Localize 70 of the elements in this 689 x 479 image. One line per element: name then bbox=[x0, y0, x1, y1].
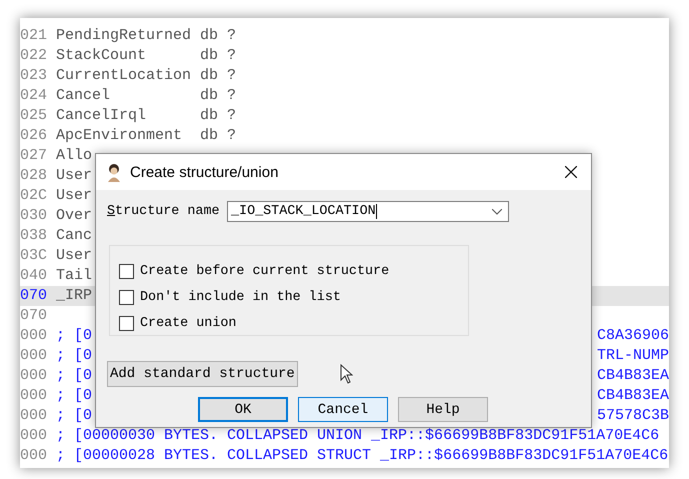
offset-label: 024 bbox=[20, 86, 48, 106]
comment-text: CB4B83EA bbox=[596, 386, 669, 406]
member-name: User bbox=[56, 166, 92, 186]
offset-label: 040 bbox=[20, 266, 48, 286]
checkbox-label: Create union bbox=[140, 316, 236, 330]
offset-label: 000 bbox=[20, 346, 48, 366]
member-name: PendingReturned bbox=[56, 26, 192, 46]
member-name: _IRP bbox=[56, 286, 92, 306]
offset-label: 022 bbox=[20, 46, 48, 66]
member-name: User bbox=[56, 246, 92, 266]
checkbox[interactable] bbox=[119, 264, 134, 278]
offset-label: 03C bbox=[20, 246, 48, 266]
add-standard-structure-button[interactable]: Add standard structure bbox=[107, 361, 298, 387]
member-name: CancelIrql bbox=[56, 106, 148, 126]
offset-label: 000 bbox=[20, 326, 48, 346]
offset-label: 026 bbox=[20, 126, 48, 146]
comment-text: C8A36906 bbox=[596, 326, 669, 346]
type-label: db ? bbox=[200, 106, 236, 126]
member-name: Tail bbox=[56, 266, 92, 286]
type-label: db ? bbox=[200, 66, 236, 86]
checkbox-label: Create before current structure bbox=[140, 264, 390, 278]
offset-label: 070 bbox=[20, 306, 48, 326]
checkbox[interactable] bbox=[119, 316, 134, 330]
offset-label: 000 bbox=[20, 366, 48, 386]
comment-text: 57578C3B bbox=[596, 406, 669, 426]
member-name: CurrentLocation bbox=[56, 66, 192, 86]
mouse-pointer-icon bbox=[340, 364, 353, 384]
caret-icon bbox=[492, 208, 502, 214]
close-icon[interactable] bbox=[565, 166, 577, 178]
comment-text: CB4B83EA bbox=[596, 366, 669, 386]
member-name: Over bbox=[56, 206, 92, 226]
member-name: ApcEnvironment bbox=[56, 126, 184, 146]
member-name: Allo bbox=[56, 146, 92, 166]
offset-label: 027 bbox=[20, 146, 48, 166]
offset-label: 000 bbox=[20, 386, 48, 406]
comment-text: ; [0 bbox=[56, 366, 92, 386]
comment-text: ; [00000028 BYTES. COLLAPSED STRUCT _IRP::$66699B8BF83DC91F51A70E4C6 bbox=[56, 446, 668, 466]
member-name: StackCount bbox=[56, 46, 148, 66]
comment-text: ; [0 bbox=[56, 406, 92, 426]
offset-label: 070 bbox=[20, 286, 48, 306]
field-label: Structure name bbox=[107, 204, 221, 219]
member-name: Cancel bbox=[56, 86, 112, 106]
comment-text: TRL-NUMP bbox=[596, 346, 669, 366]
structure-name-combo[interactable]: _IO_STACK_LOCATION bbox=[227, 201, 509, 222]
dialog-button[interactable]: Cancel bbox=[298, 397, 388, 422]
offset-label: 021 bbox=[20, 26, 48, 46]
offset-label: 023 bbox=[20, 66, 48, 86]
comment-text: ; [0 bbox=[56, 346, 92, 366]
checkbox[interactable] bbox=[119, 290, 134, 304]
offset-label: 028 bbox=[20, 166, 48, 186]
comment-text: ; [0 bbox=[56, 386, 92, 406]
checkbox-label: Don't include in the list bbox=[140, 290, 341, 304]
type-label: db ? bbox=[200, 126, 236, 146]
offset-label: 038 bbox=[20, 226, 48, 246]
member-name: Canc bbox=[56, 226, 92, 246]
type-label: db ? bbox=[200, 46, 236, 66]
offset-label: 02C bbox=[20, 186, 48, 206]
type-label: db ? bbox=[200, 26, 236, 46]
offset-label: 000 bbox=[20, 446, 48, 466]
comment-text: ; [0 bbox=[56, 326, 92, 346]
offset-label: 025 bbox=[20, 106, 48, 126]
comment-text: ; [00000030 BYTES. COLLAPSED UNION _IRP::$66699B8BF83DC91F51A70E4C6 bbox=[56, 426, 660, 446]
dialog-button[interactable]: Help bbox=[398, 397, 488, 422]
member-name: User bbox=[56, 186, 92, 206]
dialog-button[interactable]: OK bbox=[198, 397, 288, 422]
offset-label: 000 bbox=[20, 426, 48, 446]
offset-label: 000 bbox=[20, 406, 48, 426]
offset-label: 030 bbox=[20, 206, 48, 226]
type-label: db ? bbox=[200, 86, 236, 106]
dialog-title: Create structure/union bbox=[130, 164, 278, 180]
